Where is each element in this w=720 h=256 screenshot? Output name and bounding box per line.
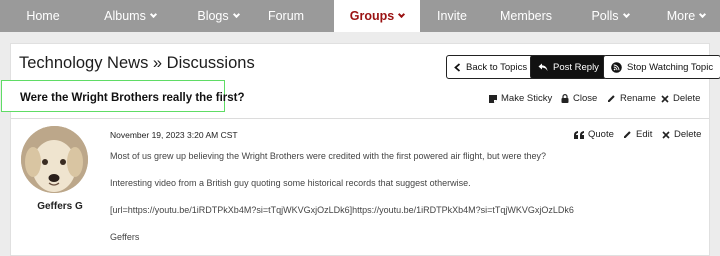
chevron-down-icon bbox=[622, 10, 630, 18]
nav-item-label: Members bbox=[499, 9, 553, 23]
close-topic-action[interactable]: Close bbox=[561, 93, 597, 104]
pencil-icon bbox=[624, 131, 631, 138]
rename-label: Rename bbox=[620, 93, 656, 104]
nav-item-label: Polls bbox=[591, 9, 619, 23]
chevron-down-icon bbox=[699, 10, 707, 18]
nav-item-label: More bbox=[666, 9, 696, 23]
close-icon bbox=[661, 94, 669, 103]
post-body-line: Interesting video from a British guy quo… bbox=[110, 178, 471, 188]
post-body-line: [url=https://youtu.be/1iRDTPkXb4M?si=tTq… bbox=[110, 205, 574, 215]
chevron-down-icon bbox=[398, 10, 406, 18]
nav-item-invite[interactable]: Invite bbox=[420, 0, 484, 32]
stop-watching-label: Stop Watching Topic bbox=[627, 61, 714, 73]
quote-label: Quote bbox=[588, 129, 614, 140]
make-sticky-label: Make Sticky bbox=[501, 93, 553, 104]
nav-item-polls[interactable]: Polls bbox=[568, 0, 652, 32]
chevron-down-icon bbox=[149, 10, 157, 18]
delete-topic-action[interactable]: Delete bbox=[661, 93, 700, 104]
nav-item-label: Invite bbox=[437, 9, 467, 23]
quote-icon bbox=[574, 130, 584, 139]
nav-item-albums[interactable]: Albums bbox=[86, 0, 174, 32]
dog-avatar-image bbox=[21, 126, 88, 193]
edit-button[interactable]: Edit bbox=[623, 129, 652, 140]
nav-item-label: Home bbox=[26, 9, 60, 23]
nav-item-forum[interactable]: Forum bbox=[262, 0, 310, 32]
close-icon bbox=[662, 130, 670, 139]
post-signature: Geffers bbox=[110, 232, 140, 242]
nav-item-groups[interactable]: Groups bbox=[334, 0, 420, 32]
nav-item-label: Groups bbox=[349, 9, 395, 23]
discussion-panel: Technology News » Discussions Back to To… bbox=[1, 43, 720, 256]
avatar[interactable] bbox=[21, 126, 88, 193]
nav-item-label: Albums bbox=[104, 9, 146, 23]
chevron-left-icon bbox=[454, 62, 461, 72]
nav-item-more[interactable]: More bbox=[652, 0, 720, 32]
pencil-icon bbox=[608, 95, 615, 102]
author-name[interactable]: Geffers G bbox=[11, 201, 109, 212]
post-reply-button[interactable]: Post Reply bbox=[530, 55, 607, 79]
make-sticky-action[interactable]: Make Sticky bbox=[489, 93, 552, 104]
chevron-down-icon bbox=[232, 10, 240, 18]
delete-label: Delete bbox=[673, 93, 701, 104]
post-reply-label: Post Reply bbox=[553, 61, 599, 73]
lock-icon bbox=[561, 94, 569, 103]
page-title: Technology News » Discussions bbox=[19, 54, 255, 72]
rss-icon bbox=[611, 61, 622, 73]
nav-item-blogs[interactable]: Blogs bbox=[174, 0, 262, 32]
post-body-line: Most of us grew up believing the Wright … bbox=[110, 151, 547, 161]
nav-item-label: Forum bbox=[267, 9, 305, 23]
delete-label: Delete bbox=[674, 129, 702, 140]
rename-topic-action[interactable]: Rename bbox=[607, 93, 656, 104]
nav-item-members[interactable]: Members bbox=[484, 0, 568, 32]
quote-button[interactable]: Quote bbox=[574, 129, 614, 140]
sticky-note-icon bbox=[489, 94, 497, 103]
post-date: November 19, 2023 3:20 AM CST bbox=[110, 130, 238, 140]
reply-icon bbox=[538, 63, 548, 71]
nav-item-home[interactable]: Home bbox=[0, 0, 86, 32]
divider bbox=[11, 118, 709, 119]
back-to-topics-label: Back to Topics bbox=[466, 61, 528, 73]
close-label: Close bbox=[573, 93, 598, 104]
edit-label: Edit bbox=[636, 129, 653, 140]
stop-watching-topic-button[interactable]: Stop Watching Topic bbox=[603, 55, 720, 79]
delete-post-button[interactable]: Delete bbox=[662, 129, 701, 140]
topic-title: Were the Wright Brothers really the firs… bbox=[20, 92, 245, 104]
nav-item-label: Blogs bbox=[197, 9, 229, 23]
top-nav: Home Albums Blogs Forum Groups Invite Me… bbox=[0, 0, 720, 32]
back-to-topics-button[interactable]: Back to Topics bbox=[446, 55, 536, 79]
